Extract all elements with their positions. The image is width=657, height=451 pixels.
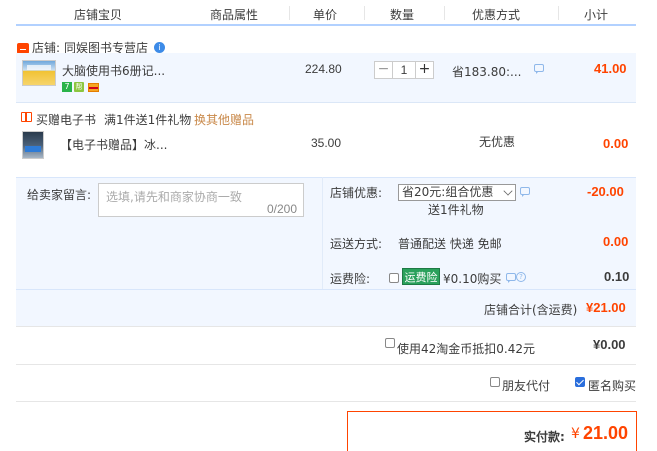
discount-method: 省183.80:...	[452, 65, 522, 79]
gift-unit-price: 35.00	[311, 136, 342, 150]
chevron-down-icon	[503, 186, 513, 196]
header-divider	[16, 24, 636, 26]
insurance-value: 0.10	[604, 269, 630, 284]
panel-divider	[322, 177, 323, 290]
panel-bottom-border	[16, 326, 636, 327]
header-subtotal: 小计	[584, 8, 609, 22]
insurance-price: ¥0.10购买	[443, 272, 502, 286]
decrease-button[interactable]: −	[375, 62, 393, 78]
header-separator	[558, 6, 559, 20]
anonymous-checkbox[interactable]	[575, 377, 585, 387]
shipping-label: 运送方式:	[330, 237, 383, 251]
insurance-checkbox[interactable]	[389, 273, 399, 283]
item-subtotal: 41.00	[594, 61, 627, 76]
shop-discount-value: -20.00	[587, 184, 624, 199]
summary-divider	[16, 289, 636, 290]
header-separator	[364, 6, 365, 20]
message-count: 0/200	[266, 202, 297, 216]
guarantee-icon: 帮	[74, 82, 84, 92]
header-separator	[289, 6, 290, 20]
gift-promo-label: 买赠电子书	[36, 113, 97, 127]
coins-divider	[16, 364, 636, 365]
insurance-label: 运费险:	[330, 272, 371, 286]
gift-rule: 满1件送1件礼物	[104, 113, 192, 127]
increase-button[interactable]: +	[415, 62, 433, 78]
pay-amount: 21.00	[583, 423, 629, 443]
seven-day-return-icon: 7	[62, 82, 72, 92]
credit-card-icon	[88, 83, 99, 92]
change-gift-link[interactable]: 换其他赠品	[194, 111, 254, 128]
options-divider	[16, 401, 636, 402]
gift-thumbnail[interactable]	[22, 131, 44, 159]
insurance-badge: 运费险	[402, 268, 440, 285]
chat-icon[interactable]	[534, 64, 544, 74]
coins-value: ¥0.00	[593, 337, 626, 352]
quantity-stepper[interactable]: − 1 +	[374, 61, 434, 79]
shipping-method: 普通配送 快递 免邮	[398, 237, 502, 251]
gift-icon	[21, 112, 32, 122]
cart-header: 店铺宝贝 商品属性 单价 数量 优惠方式 小计	[16, 0, 636, 26]
quantity-input[interactable]: 1	[393, 62, 415, 78]
friend-pay-label: 朋友代付	[502, 379, 551, 393]
header-attributes: 商品属性	[210, 8, 259, 22]
shop-discount-select[interactable]: 省20元:组合优惠	[398, 184, 516, 201]
product-title-link[interactable]: 大脑使用书6册记...	[62, 62, 165, 79]
message-label: 给卖家留言:	[27, 188, 92, 202]
pay-label: 实付款:	[524, 430, 565, 444]
message-textarea[interactable]: 选填,请先和商家协商一致 0/200	[98, 183, 304, 217]
coins-label: 使用42淘金币抵扣0.42元	[397, 342, 535, 356]
chat-icon[interactable]	[506, 273, 516, 283]
gift-title-link[interactable]: 【电子书赠品】冰...	[60, 136, 167, 153]
friend-pay-checkbox[interactable]	[490, 377, 500, 387]
header-separator	[444, 6, 445, 20]
unit-price: 224.80	[305, 62, 342, 76]
shipping-value: 0.00	[603, 234, 629, 249]
shop-discount-note: 送1件礼物	[428, 203, 484, 217]
chat-icon[interactable]	[520, 187, 530, 197]
verified-icon: i	[154, 42, 165, 53]
header-quantity: 数量	[390, 8, 415, 22]
header-unit-price: 单价	[313, 8, 338, 22]
message-placeholder: 选填,请先和商家协商一致	[106, 190, 242, 204]
pay-currency: ¥	[571, 426, 580, 442]
shop-discount-selected: 省20元:组合优惠	[402, 185, 494, 199]
header-discount-method: 优惠方式	[472, 8, 521, 22]
header-shop-item: 店铺宝贝	[74, 8, 123, 22]
shop-total-label: 店铺合计(含运费)	[484, 303, 578, 317]
help-icon[interactable]: ?	[516, 272, 526, 282]
coins-checkbox[interactable]	[385, 338, 395, 348]
anonymous-label: 匿名购买	[588, 379, 637, 393]
shop-total-value: ¥21.00	[586, 300, 626, 315]
shop-discount-label: 店铺优惠:	[330, 186, 383, 200]
product-thumbnail[interactable]	[22, 60, 56, 86]
gift-discount: 无优惠	[479, 135, 516, 149]
gift-subtotal: 0.00	[603, 136, 629, 151]
